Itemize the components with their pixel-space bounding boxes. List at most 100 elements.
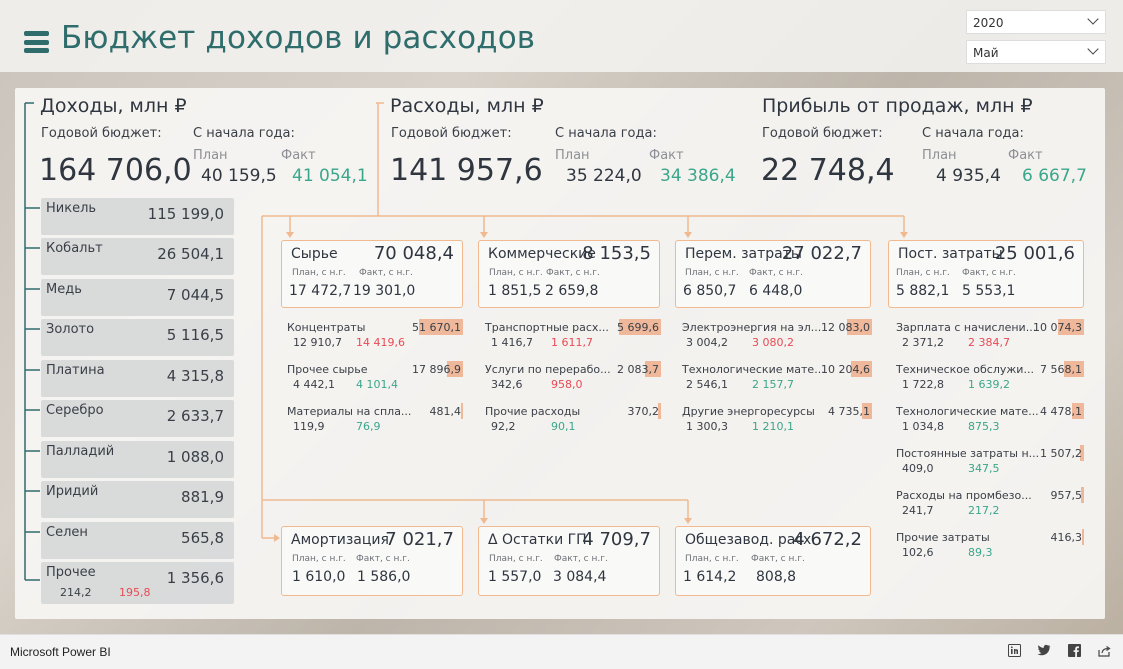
cost-box-plan: 5 882,1 [896,283,950,299]
cost-item-fact: 1 611,7 [551,336,593,349]
metal-row[interactable]: Медь 7 044,5 [41,279,234,316]
expenses-annual-value: 141 957,6 [390,153,543,188]
cost-item-name: Концентраты [287,321,366,334]
cost-box-raw[interactable]: Сырье 70 048,4 План, с н.г. Факт, с н.г.… [281,240,463,308]
metal-name: Иридий [46,484,99,499]
metal-row[interactable]: Прочее 1 356,6 214,2 195,8 [41,562,234,604]
cost-box-commercial[interactable]: Коммерческие 8 153,5 План, с н.г. Факт, … [478,240,660,308]
fact-ytd-label: Факт, с н.г. [962,268,1016,278]
cost-item-value: 370,2 [627,405,660,418]
cost-item-bar [1082,529,1084,545]
metal-row[interactable]: Палладий 1 088,0 [41,441,234,478]
income-plan-value: 40 159,5 [201,166,277,186]
cost-item-value: 10 074,3 [1033,321,1082,334]
powerbi-brand[interactable]: Microsoft Power BI [10,645,111,659]
cost-item-plan: 342,6 [491,378,523,391]
cost-box-overhead[interactable]: Общезавод. расх. 4 672,2 План, с н.г. Фа… [675,526,871,596]
expenses-fact-value: 34 386,4 [660,166,736,186]
metal-name: Никель [46,201,97,216]
metal-row[interactable]: Кобальт 26 504,1 [41,238,234,275]
cost-box-value: 27 022,7 [781,243,862,264]
cost-item-plan: 119,9 [293,420,325,433]
cost-item-plan: 2 546,1 [686,378,728,391]
profit-fact-label: Факт [1008,148,1043,163]
metal-fact: 195,8 [119,586,151,599]
cost-item-value: 12 083,0 [821,321,870,334]
cost-item-plan: 2 371,2 [902,336,944,349]
metal-name: Палладий [46,444,115,459]
cost-item-fact: 3 080,2 [752,336,794,349]
profit-ytd-label: С начала года: [922,126,1024,141]
metal-row[interactable]: Никель 115 199,0 [41,198,234,235]
fact-ytd-label: Факт, с н.г. [749,268,803,278]
metal-name: Золото [46,322,95,337]
metal-value: 115 199,0 [147,205,224,223]
cost-box-value: 7 021,7 [385,529,454,550]
cost-item-plan: 1 416,7 [491,336,533,349]
cost-box-value: 4 672,2 [793,529,862,550]
metal-value: 2 633,7 [166,407,224,425]
cost-item-value: 1 507,2 [1040,447,1082,460]
cost-box-stock[interactable]: Δ Остатки ГП 4 709,7 План, с н.г. Факт, … [478,526,660,596]
twitter-icon[interactable] [1037,644,1051,658]
income-annual-value: 164 706,0 [39,153,192,188]
cost-box-plan: 1 557,0 [488,569,542,585]
metal-row[interactable]: Иридий 881,9 [41,481,234,518]
metal-row[interactable]: Платина 4 315,8 [41,360,234,397]
metal-row[interactable]: Золото 5 116,5 [41,319,234,356]
expenses-title: Расходы, млн ₽ [390,95,544,117]
cost-box-fact: 3 084,4 [553,569,607,585]
cost-item-value: 2 083,7 [617,363,659,376]
cost-box-fixed[interactable]: Пост. затраты 25 001,6 План, с н.г. Факт… [888,240,1084,308]
plan-ytd-label: План, с н.г. [292,554,346,564]
cost-box-name: Амортизация [291,532,389,548]
fact-ytd-label: Факт, с н.г. [751,554,805,564]
year-slicer[interactable]: 2020 [966,10,1106,34]
profit-plan-value: 4 935,4 [936,166,1001,186]
income-fact-label: Факт [281,148,316,163]
cost-box-plan: 6 850,7 [683,283,737,299]
month-slicer[interactable]: Май [966,40,1106,64]
cost-item-plan: 1 722,8 [902,378,944,391]
year-slicer-value: 2020 [973,16,1004,30]
cost-box-plan: 17 472,7 [289,283,352,299]
cost-item-plan: 1 034,8 [902,420,944,433]
cost-item-fact: 958,0 [551,378,583,391]
cost-item-value: 51 670,1 [412,321,461,334]
menu-icon[interactable] [24,31,49,53]
cost-item-plan: 409,0 [902,462,934,475]
cost-item-plan: 102,6 [902,546,934,559]
cost-item-name: Прочее сырье [287,363,368,376]
metal-value: 26 504,1 [157,245,224,263]
expenses-ytd-label: С начала года: [555,126,657,141]
fact-ytd-label: Факт, с н.г. [554,554,608,564]
cost-item-fact: 76,9 [356,420,381,433]
income-plan-label: План [193,148,228,163]
page-title: Бюджет доходов и расходов [61,20,536,56]
cost-item-fact: 347,5 [968,462,1000,475]
linkedin-icon[interactable] [1007,644,1021,658]
cost-box-value: 25 001,6 [994,243,1075,264]
cost-box-fact: 6 448,0 [749,283,803,299]
metal-value: 881,9 [181,488,224,506]
metal-value: 1 088,0 [166,448,224,466]
cost-item-value: 416,3 [1050,531,1083,544]
metal-row[interactable]: Селен 565,8 [41,522,234,559]
metal-value: 7 044,5 [166,286,224,304]
cost-item-fact: 1 639,2 [968,378,1010,391]
plan-ytd-label: План, с н.г. [896,268,950,278]
cost-box-value: 8 153,5 [582,243,651,264]
facebook-icon[interactable] [1067,644,1081,658]
metal-name: Кобальт [46,241,103,256]
cost-item-fact: 875,3 [968,420,1000,433]
cost-box-amortization[interactable]: Амортизация 7 021,7 План, с н.г. Факт, с… [281,526,463,596]
income-title: Доходы, млн ₽ [40,95,187,117]
metal-value: 1 356,6 [166,569,224,587]
plan-ytd-label: План, с н.г. [685,554,739,564]
metal-row[interactable]: Серебро 2 633,7 [41,400,234,437]
cost-box-variable[interactable]: Перем. затраты 27 022,7 План, с н.г. Фак… [675,240,871,308]
cost-box-fact: 808,8 [756,569,797,585]
chevron-down-icon [1087,13,1099,25]
cost-box-name: Коммерческие [488,246,596,262]
share-icon[interactable] [1097,644,1111,658]
